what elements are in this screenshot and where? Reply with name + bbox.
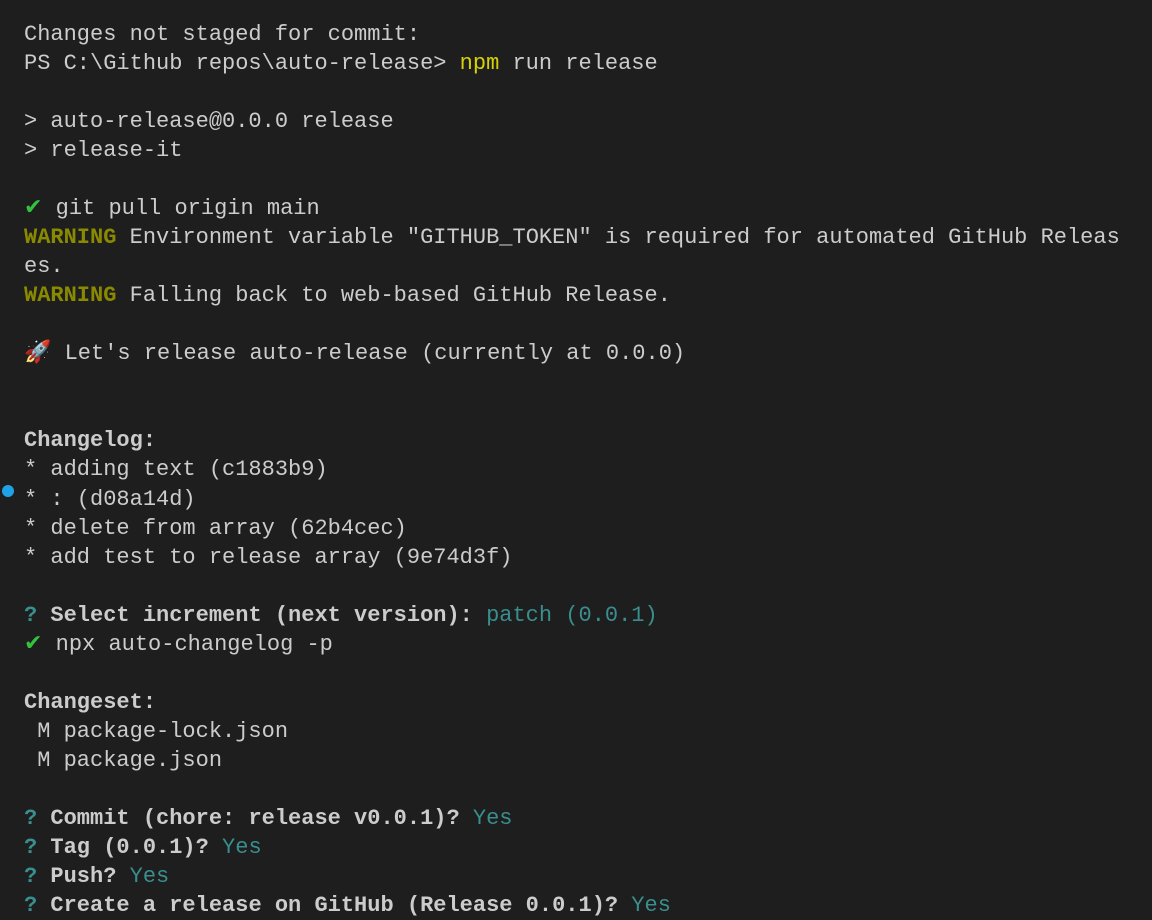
release-banner: 🚀 Let's release auto-release (currently … bbox=[24, 339, 1152, 368]
npx-changelog-line: ✔ npx auto-changelog -p bbox=[24, 630, 1152, 659]
github-release-prompt-answer: Yes bbox=[618, 893, 671, 918]
git-pull-cmd: git pull origin main bbox=[42, 196, 319, 221]
tag-prompt-label: Tag (0.0.1)? bbox=[37, 835, 209, 860]
changeset-item: M package-lock.json bbox=[24, 717, 1152, 746]
select-increment-label: Select increment (next version): bbox=[37, 603, 473, 628]
changelog-header: Changelog: bbox=[24, 426, 1152, 455]
changeset-header: Changeset: bbox=[24, 688, 1152, 717]
changeset-item: M package.json bbox=[24, 746, 1152, 775]
release-banner-msg: Let's release auto-release (currently at… bbox=[51, 341, 685, 366]
select-increment-answer: patch (0.0.1) bbox=[473, 603, 658, 628]
commit-prompt-label: Commit (chore: release v0.0.1)? bbox=[37, 806, 459, 831]
commit-prompt: ? Commit (chore: release v0.0.1)? Yes bbox=[24, 804, 1152, 833]
select-increment-prompt: ? Select increment (next version): patch… bbox=[24, 601, 1152, 630]
changes-not-staged-msg: Changes not staged for commit: bbox=[24, 20, 1152, 49]
ps-prompt: PS C:\Github repos\auto-release> bbox=[24, 51, 460, 76]
warning-1-msg: Environment variable "GITHUB_TOKEN" is r… bbox=[24, 225, 1120, 279]
question-mark-icon: ? bbox=[24, 835, 37, 860]
push-prompt: ? Push? Yes bbox=[24, 862, 1152, 891]
question-mark-icon: ? bbox=[24, 806, 37, 831]
github-release-prompt-label: Create a release on GitHub (Release 0.0.… bbox=[37, 893, 618, 918]
push-prompt-label: Push? bbox=[37, 864, 116, 889]
npx-changelog-cmd: npx auto-changelog -p bbox=[42, 632, 332, 657]
warning-prefix: WARNING bbox=[24, 225, 116, 250]
commit-prompt-answer: Yes bbox=[460, 806, 513, 831]
run-release-arg: run release bbox=[499, 51, 657, 76]
github-release-prompt: ? Create a release on GitHub (Release 0.… bbox=[24, 891, 1152, 920]
npm-script-output-2: > release-it bbox=[24, 136, 1152, 165]
check-icon: ✔ bbox=[24, 632, 42, 657]
terminal-output[interactable]: Changes not staged for commit: PS C:\Git… bbox=[24, 20, 1152, 920]
changelog-item: * delete from array (62b4cec) bbox=[24, 514, 1152, 543]
npm-cmd: npm bbox=[460, 51, 500, 76]
breakpoint-dot-icon bbox=[2, 485, 14, 497]
tag-prompt: ? Tag (0.0.1)? Yes bbox=[24, 833, 1152, 862]
ps-prompt-line: PS C:\Github repos\auto-release> npm run… bbox=[24, 49, 1152, 78]
warning-1: WARNING Environment variable "GITHUB_TOK… bbox=[24, 223, 1132, 281]
check-icon: ✔ bbox=[24, 196, 42, 221]
changelog-item: * : (d08a14d) bbox=[24, 485, 1152, 514]
question-mark-icon: ? bbox=[24, 603, 37, 628]
git-pull-line: ✔ git pull origin main bbox=[24, 194, 1152, 223]
tag-prompt-answer: Yes bbox=[209, 835, 262, 860]
push-prompt-answer: Yes bbox=[116, 864, 169, 889]
changelog-item: * adding text (c1883b9) bbox=[24, 455, 1152, 484]
warning-2: WARNING Falling back to web-based GitHub… bbox=[24, 281, 1152, 310]
rocket-icon: 🚀 bbox=[24, 341, 51, 366]
npm-script-output-1: > auto-release@0.0.0 release bbox=[24, 107, 1152, 136]
question-mark-icon: ? bbox=[24, 864, 37, 889]
warning-prefix: WARNING bbox=[24, 283, 116, 308]
question-mark-icon: ? bbox=[24, 893, 37, 918]
warning-2-msg: Falling back to web-based GitHub Release… bbox=[116, 283, 671, 308]
changelog-item: * add test to release array (9e74d3f) bbox=[24, 543, 1152, 572]
